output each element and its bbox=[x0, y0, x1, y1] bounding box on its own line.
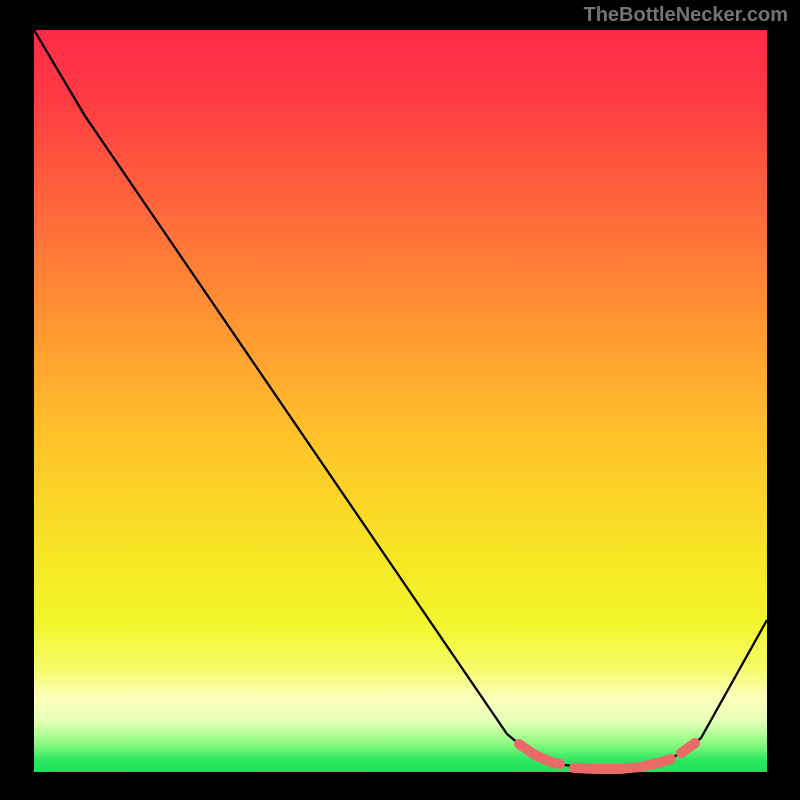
watermark-text: TheBottleNecker.com bbox=[583, 4, 788, 27]
chart-container: TheBottleNecker.com bbox=[0, 0, 800, 800]
plot-background bbox=[34, 30, 767, 772]
bottleneck-chart bbox=[0, 0, 800, 800]
